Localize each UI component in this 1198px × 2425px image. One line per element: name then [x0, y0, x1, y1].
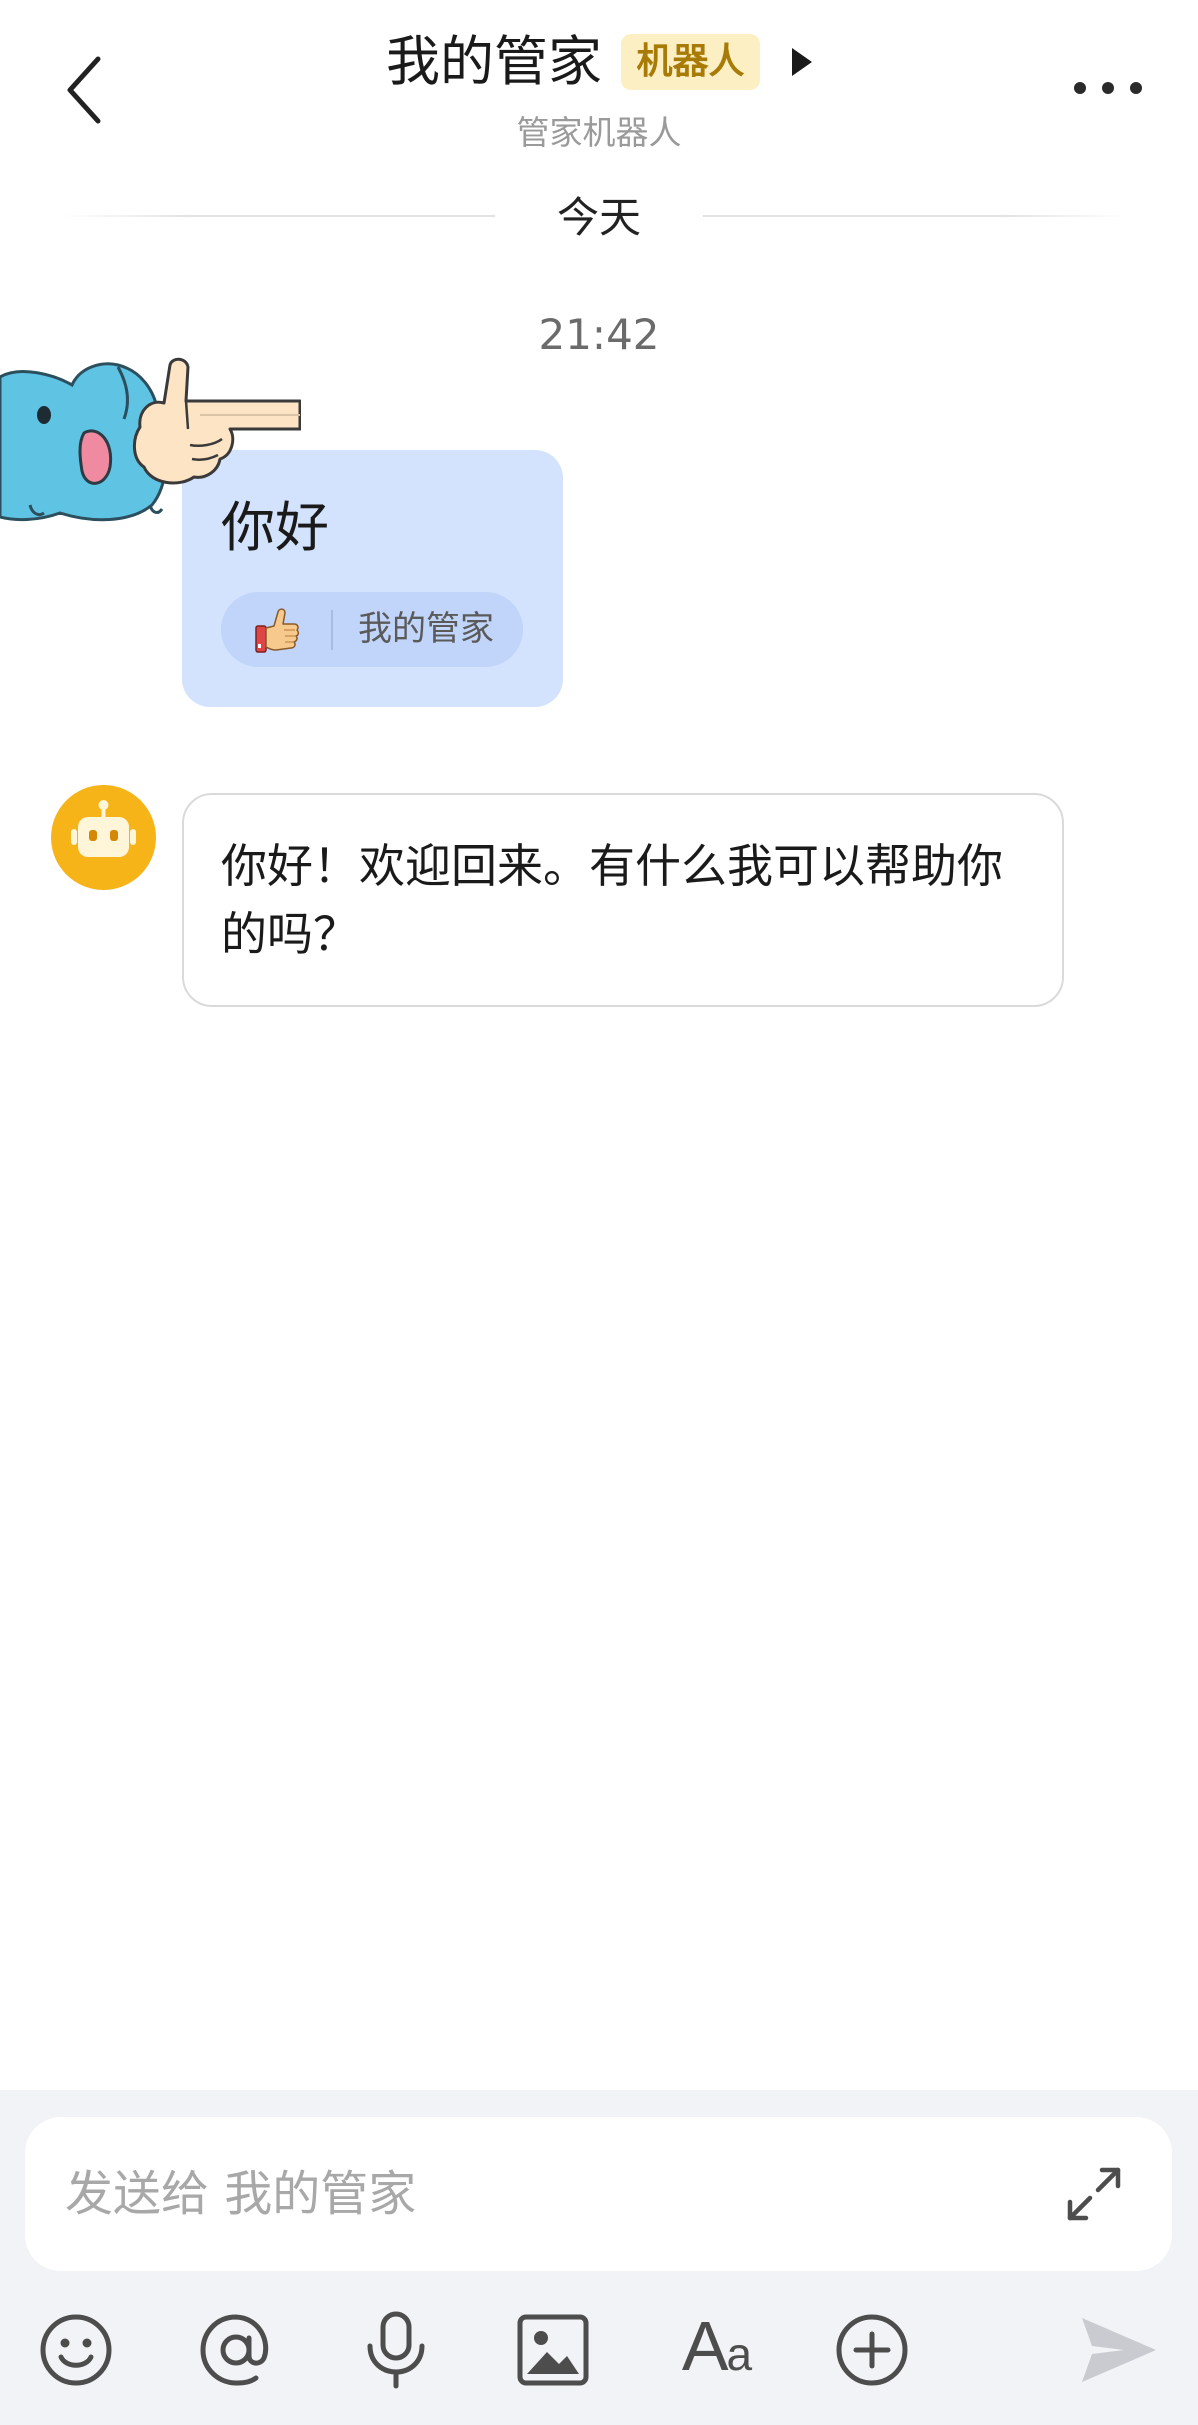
expand-button[interactable] — [1064, 2164, 1124, 2224]
date-divider-label: 今天 — [556, 193, 641, 242]
divider-line — [62, 215, 495, 217]
emoji-icon — [40, 2314, 112, 2386]
reaction-pill[interactable]: 我的管家 — [221, 592, 523, 667]
reaction-separator — [331, 610, 333, 650]
plus-circle-icon — [836, 2314, 908, 2386]
message-timestamp: 21:42 — [538, 310, 660, 359]
microphone-icon — [367, 2311, 425, 2389]
reaction-by-label: 我的管家 — [358, 609, 494, 649]
more-button[interactable] — [1068, 64, 1148, 112]
elephant-thumbs-up-sticker — [0, 355, 302, 555]
image-icon — [517, 2314, 589, 2386]
send-icon — [1082, 2318, 1156, 2382]
emoji-button[interactable] — [36, 2310, 116, 2390]
bot-message-text: 你好！欢迎回来。有什么我可以帮助你的吗？ — [221, 839, 1003, 961]
robot-icon — [51, 785, 156, 890]
bot-message-bubble[interactable]: 你好！欢迎回来。有什么我可以帮助你的吗？ — [182, 793, 1064, 1007]
message-input[interactable] — [65, 2117, 1045, 2271]
expand-icon — [1067, 2167, 1121, 2221]
chat-title[interactable]: 我的管家 — [386, 30, 602, 94]
font-button[interactable]: Aa — [674, 2307, 758, 2390]
mention-icon — [200, 2314, 269, 2386]
chat-subtitle: 管家机器人 — [516, 113, 682, 152]
message-input-box[interactable] — [25, 2117, 1172, 2271]
font-icon: Aa — [681, 2307, 752, 2385]
image-button[interactable] — [513, 2310, 593, 2390]
robot-avatar[interactable] — [51, 785, 156, 890]
send-button[interactable] — [1076, 2310, 1162, 2390]
bot-badge[interactable]: 机器人 — [621, 34, 760, 90]
triangle-right-icon[interactable] — [786, 44, 816, 80]
more-actions-button[interactable] — [832, 2310, 912, 2390]
voice-button[interactable] — [356, 2310, 436, 2390]
thumbs-up-icon — [255, 608, 300, 653]
mention-button[interactable] — [196, 2310, 276, 2390]
divider-line — [703, 215, 1128, 217]
more-dots-icon — [1074, 82, 1142, 94]
